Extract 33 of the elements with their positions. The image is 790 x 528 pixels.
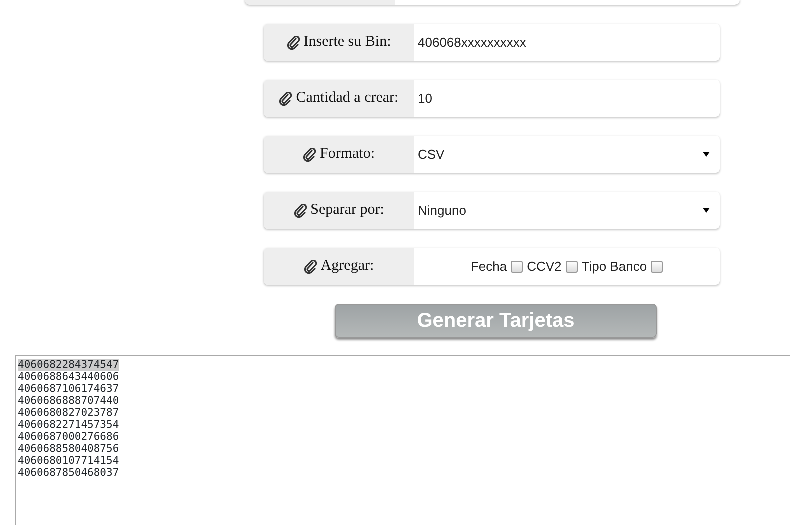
card-number: 4060687850468037: [18, 467, 120, 479]
paperclip-icon: [294, 204, 308, 218]
input-field[interactable]: 10: [414, 80, 720, 117]
card-number: 4060687000276686: [18, 431, 120, 443]
checkbox[interactable]: [566, 260, 578, 272]
input-field[interactable]: 406068xxxxxxxxxx: [414, 24, 720, 61]
checkbox-label: Fecha: [470, 258, 508, 276]
caret-icon: [703, 206, 710, 214]
card-number: 4060688643440606: [18, 371, 120, 383]
card-number: 4060687106174637: [18, 383, 120, 395]
checkbox[interactable]: [651, 260, 664, 272]
field-label: Cantidad a crear:: [296, 89, 399, 108]
card-number: 4060680827023787: [18, 407, 120, 419]
checkbox[interactable]: [511, 260, 524, 272]
paperclip-icon: [279, 92, 294, 106]
card-number: 4060688580408756: [18, 443, 120, 455]
card-number: 4060680107714154: [18, 455, 120, 467]
output-box[interactable]: 4060682284374547 4060688643440606 4060687106174637 4060686888707440 4060680827023787 4060682271457354 4060687000276686 4060688580408756 4060680107714154 4060687850468037: [15, 355, 790, 525]
caret-icon: [703, 150, 710, 158]
paperclip-icon: [304, 260, 318, 274]
field-label: Separar por:: [310, 201, 384, 220]
checkbox-label: CCV2: [527, 258, 562, 276]
card-number: 4060686888707440: [18, 395, 120, 407]
dropdown[interactable]: Ninguno: [414, 192, 720, 229]
field-label: Inserte su Bin:: [304, 33, 392, 52]
paperclip-icon: [303, 148, 317, 162]
card-number: 4060682271457354: [18, 419, 120, 431]
card-number: 4060682284374547: [18, 359, 120, 371]
field-label: Agregar:: [320, 257, 374, 276]
paperclip-icon: [286, 36, 301, 50]
dropdown[interactable]: CSV: [414, 136, 720, 173]
checkbox-label: Tipo Banco: [582, 258, 648, 276]
field-label: Formato:: [320, 145, 375, 164]
